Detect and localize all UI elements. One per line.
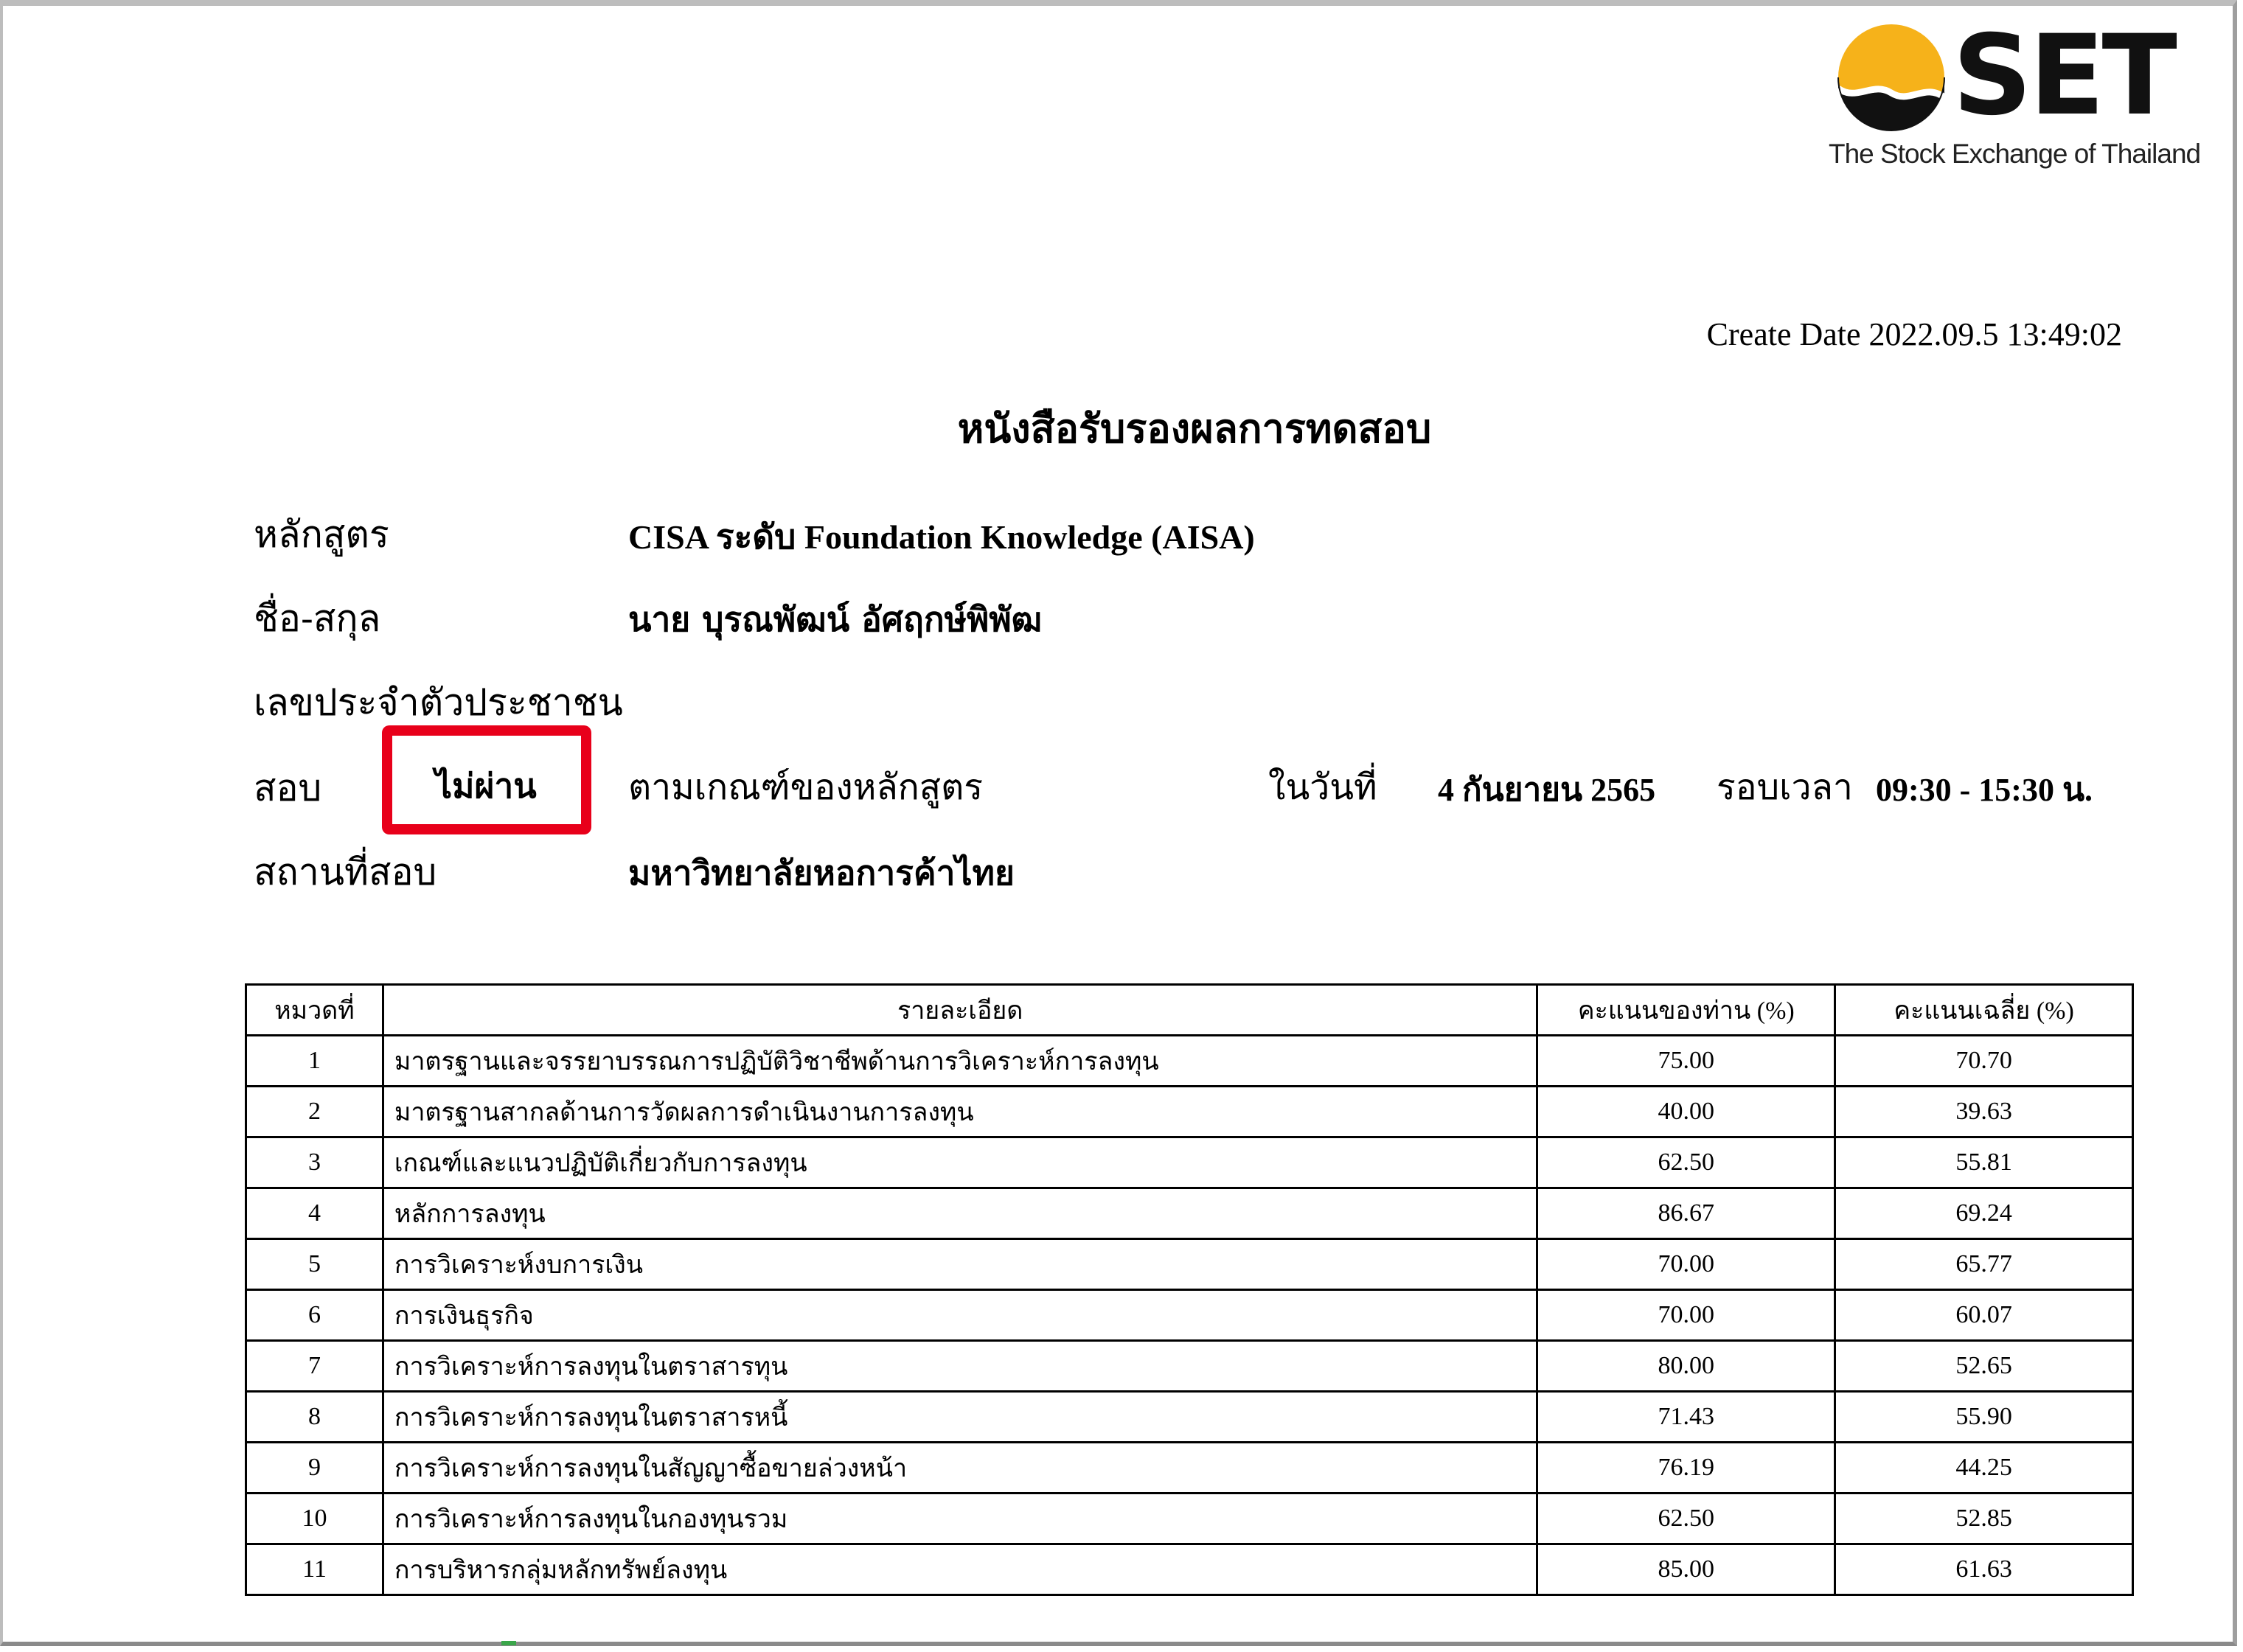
- row-description: มาตรฐานสากลด้านการวัดผลการดำเนินงานการลง…: [381, 1085, 1539, 1138]
- exam-time: 09:30 - 15:30 น.: [1876, 772, 2093, 808]
- table-row: 4 หลักการลงทุน 86.67 69.24: [245, 1187, 2134, 1240]
- table-row: 8 การวิเคราะห์การลงทุนในตราสารหนี้ 71.43…: [245, 1390, 2134, 1443]
- name-value: นาย บุรณพัฒน์ อัศฤกษ์พิพัฒ: [628, 599, 1043, 639]
- row-average-score: 52.65: [1834, 1339, 2134, 1393]
- row-average-score: 60.07: [1834, 1289, 2134, 1342]
- row-description: หลักการลงทุน: [381, 1187, 1539, 1240]
- row-description: การวิเคราะห์การลงทุนในตราสารหนี้: [381, 1390, 1539, 1443]
- row-number: 11: [245, 1543, 384, 1596]
- header-your-score: คะแนนของท่าน (%): [1536, 983, 1837, 1036]
- row-number: 10: [245, 1492, 384, 1545]
- row-average-score: 65.77: [1834, 1238, 2134, 1291]
- row-description: เกณฑ์และแนวปฏิบัติเกี่ยวกับการลงทุน: [381, 1136, 1539, 1189]
- row-your-score: 71.43: [1536, 1390, 1837, 1443]
- row-number: 4: [245, 1187, 384, 1240]
- document-title: หนังสือรับรองผลการทดสอบ: [957, 405, 1432, 452]
- header-category: หมวดที่: [245, 983, 384, 1036]
- row-description: การวิเคราะห์งบการเงิน: [381, 1238, 1539, 1291]
- table-row: 3 เกณฑ์และแนวปฏิบัติเกี่ยวกับการลงทุน 62…: [245, 1136, 2134, 1189]
- row-number: 8: [245, 1390, 384, 1443]
- table-row: 9 การวิเคราะห์การลงทุนในสัญญาซื้อขายล่วง…: [245, 1441, 2134, 1494]
- score-table: หมวดที่ รายละเอียด คะแนนของท่าน (%) คะแน…: [245, 983, 2134, 1596]
- venue-label: สถานที่สอบ: [254, 851, 437, 893]
- set-logo-subtitle: The Stock Exchange of Thailand: [1829, 139, 2201, 169]
- row-average-score: 55.90: [1834, 1390, 2134, 1443]
- row-your-score: 86.67: [1536, 1187, 1837, 1240]
- exam-result: ไม่ผ่าน: [435, 766, 537, 806]
- row-number: 5: [245, 1238, 384, 1291]
- table-row: 5 การวิเคราะห์งบการเงิน 70.00 65.77: [245, 1238, 2134, 1291]
- row-average-score: 55.81: [1834, 1136, 2134, 1189]
- table-row: 1 มาตรฐานและจรรยาบรรณการปฏิบัติวิชาชีพด้…: [245, 1034, 2134, 1087]
- row-description: การวิเคราะห์การลงทุนในตราสารทุน: [381, 1339, 1539, 1393]
- row-number: 7: [245, 1339, 384, 1393]
- table-row: 6 การเงินธุรกิจ 70.00 60.07: [245, 1289, 2134, 1342]
- row-average-score: 52.85: [1834, 1492, 2134, 1545]
- row-your-score: 70.00: [1536, 1238, 1837, 1291]
- exam-label: สอบ: [254, 767, 322, 809]
- row-description: การวิเคราะห์การลงทุนในกองทุนรวม: [381, 1492, 1539, 1545]
- row-description: การเงินธุรกิจ: [381, 1289, 1539, 1342]
- set-logo-mark-icon: [1836, 24, 1947, 131]
- row-number: 6: [245, 1289, 384, 1342]
- create-date: Create Date 2022.09.5 13:49:02: [1706, 316, 2122, 352]
- set-logo: SET The Stock Exchange of Thailand: [1829, 15, 2201, 177]
- row-number: 1: [245, 1034, 384, 1087]
- row-description: การบริหารกลุ่มหลักทรัพย์ลงทุน: [381, 1543, 1539, 1596]
- criteria-text: ตามเกณฑ์ของหลักสูตร: [628, 767, 984, 808]
- row-your-score: 76.19: [1536, 1441, 1837, 1494]
- set-logo-text: SET: [1952, 12, 2177, 140]
- table-row: 11 การบริหารกลุ่มหลักทรัพย์ลงทุน 85.00 6…: [245, 1543, 2134, 1596]
- date-label: ในวันที่: [1268, 767, 1377, 808]
- course-label: หลักสูตร: [254, 513, 389, 556]
- row-your-score: 40.00: [1536, 1085, 1837, 1138]
- row-number: 9: [245, 1441, 384, 1494]
- exam-date: 4 กันยายน 2565: [1438, 772, 1656, 808]
- row-average-score: 61.63: [1834, 1543, 2134, 1596]
- row-your-score: 62.50: [1536, 1492, 1837, 1545]
- table-row: 2 มาตรฐานสากลด้านการวัดผลการดำเนินงานการ…: [245, 1085, 2134, 1138]
- venue-value: มหาวิทยาลัยหอการค้าไทย: [628, 853, 1015, 893]
- row-your-score: 75.00: [1536, 1034, 1837, 1087]
- table-row: 10 การวิเคราะห์การลงทุนในกองทุนรวม 62.50…: [245, 1492, 2134, 1545]
- row-number: 3: [245, 1136, 384, 1189]
- header-average-score: คะแนนเฉลี่ย (%): [1834, 983, 2134, 1036]
- id-label: เลขประจำตัวประชาชน: [254, 681, 623, 724]
- course-value: CISA ระดับ Foundation Knowledge (AISA): [628, 518, 1255, 556]
- table-row: 7 การวิเคราะห์การลงทุนในตราสารทุน 80.00 …: [245, 1339, 2134, 1393]
- name-label: ชื่อ-สกุล: [254, 597, 381, 640]
- bottom-edge-mark: [501, 1641, 516, 1645]
- time-label: รอบเวลา: [1717, 767, 1853, 808]
- row-description: การวิเคราะห์การลงทุนในสัญญาซื้อขายล่วงหน…: [381, 1441, 1539, 1494]
- row-average-score: 70.70: [1834, 1034, 2134, 1087]
- row-average-score: 69.24: [1834, 1187, 2134, 1240]
- row-average-score: 44.25: [1834, 1441, 2134, 1494]
- header-description: รายละเอียด: [381, 983, 1539, 1036]
- row-your-score: 85.00: [1536, 1543, 1837, 1596]
- row-your-score: 62.50: [1536, 1136, 1837, 1189]
- table-header-row: หมวดที่ รายละเอียด คะแนนของท่าน (%) คะแน…: [245, 983, 2134, 1036]
- row-your-score: 80.00: [1536, 1339, 1837, 1393]
- row-average-score: 39.63: [1834, 1085, 2134, 1138]
- row-description: มาตรฐานและจรรยาบรรณการปฏิบัติวิชาชีพด้าน…: [381, 1034, 1539, 1087]
- row-your-score: 70.00: [1536, 1289, 1837, 1342]
- row-number: 2: [245, 1085, 384, 1138]
